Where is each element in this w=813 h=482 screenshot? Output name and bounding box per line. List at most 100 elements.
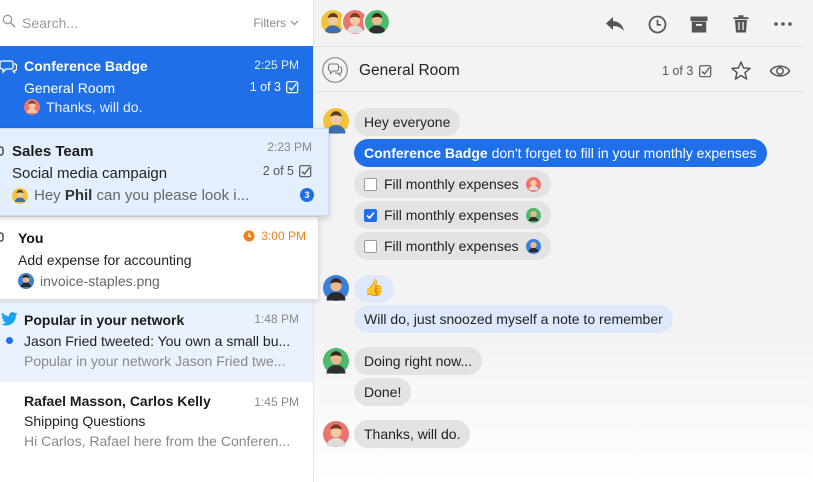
conversation-item[interactable]: Popular in your network 1:48 PM Jason Fr… bbox=[0, 300, 313, 382]
unread-dot bbox=[6, 337, 13, 344]
message-bubble: Done! bbox=[354, 378, 412, 406]
conversation-item[interactable]: Conference Badge 2:25 PM General Room 1 … bbox=[0, 46, 313, 128]
room-header: General Room 1 of 3 bbox=[314, 48, 804, 92]
conversation-subtitle: Add expense for accounting bbox=[18, 252, 192, 268]
archive-icon bbox=[690, 16, 708, 32]
more-button[interactable] bbox=[772, 13, 794, 35]
conversation-title: You bbox=[18, 230, 44, 246]
trash-icon bbox=[733, 15, 749, 33]
conversation-title: Popular in your network bbox=[24, 312, 185, 328]
avatar bbox=[323, 348, 349, 374]
message-text: don't forget to fill in your monthly exp… bbox=[487, 145, 757, 161]
search-icon bbox=[2, 14, 16, 28]
conversation-time: 1:48 PM bbox=[254, 312, 299, 326]
conversation-time: 2:25 PM bbox=[254, 58, 299, 72]
eye-icon[interactable] bbox=[769, 61, 791, 81]
conversation-subtitle: General Room bbox=[24, 80, 116, 96]
avatar bbox=[18, 273, 34, 289]
task-item[interactable]: Fill monthly expenses bbox=[354, 232, 551, 260]
message-bubble: Thanks, will do. bbox=[354, 420, 471, 448]
conversation-preview: Popular in your network Jason Fried twe.… bbox=[24, 353, 286, 369]
mention: Conference Badge bbox=[364, 145, 488, 161]
clock-icon bbox=[648, 15, 666, 33]
conversation-subtitle: Social media campaign bbox=[12, 165, 168, 182]
preview-text: Thanks, will do. bbox=[46, 99, 143, 115]
conversation-detail: General Room 1 of 3 Hey everyone Confere… bbox=[313, 0, 813, 482]
attachment-name: invoice-staples.png bbox=[40, 273, 160, 289]
chevron-down-icon bbox=[290, 20, 299, 26]
chat-bubbles-icon bbox=[0, 232, 4, 242]
search-bar: Filters bbox=[0, 0, 313, 46]
conversation-preview: Thanks, will do. bbox=[24, 99, 294, 115]
task-label: Fill monthly expenses bbox=[384, 176, 519, 192]
count-text: 1 of 3 bbox=[249, 80, 281, 94]
avatar bbox=[363, 8, 391, 36]
conversation-title: Rafael Masson, Carlos Kelly bbox=[24, 393, 211, 409]
reply-button[interactable] bbox=[604, 13, 626, 35]
avatar bbox=[525, 238, 541, 254]
pager-text: 1 of 3 bbox=[662, 64, 694, 78]
snooze-time: 3:00 PM bbox=[243, 229, 306, 243]
task-checkbox-checked[interactable] bbox=[364, 208, 377, 222]
conversation-title: Sales Team bbox=[12, 143, 94, 160]
task-label: Fill monthly expenses bbox=[384, 238, 519, 254]
unread-badge: 3 bbox=[300, 188, 314, 202]
message-bubble: Conference Badge don't forget to fill in… bbox=[354, 139, 767, 167]
chat-bubbles-icon bbox=[0, 146, 4, 156]
conversation-item[interactable]: Sales Team 2:23 PM Social media campaign… bbox=[0, 128, 329, 216]
avatar bbox=[12, 187, 28, 204]
conversation-item[interactable]: You 3:00 PM Add expense for accounting i… bbox=[0, 216, 319, 300]
conversation-subtitle: Jason Fried tweeted: You own a small bu.… bbox=[24, 333, 291, 349]
preview-mention: Phil bbox=[64, 187, 93, 204]
conversation-preview: invoice-staples.png bbox=[18, 273, 288, 289]
chat-bubbles-icon bbox=[0, 60, 17, 74]
conversation-subtitle: Shipping Questions bbox=[24, 413, 146, 429]
preview-text: Hey Phil can you please look i... bbox=[34, 187, 249, 204]
member-avatars[interactable] bbox=[319, 8, 391, 36]
message-bubble: Hey everyone bbox=[354, 108, 461, 136]
check-square-icon bbox=[699, 64, 712, 77]
conversation-preview: Hi Carlos, Rafael here from the Conferen… bbox=[24, 433, 291, 449]
detail-toolbar bbox=[314, 0, 804, 47]
message-bubble: Doing right now... bbox=[354, 347, 483, 375]
snooze-button[interactable] bbox=[646, 13, 668, 35]
message-pager[interactable]: 1 of 3 bbox=[662, 64, 712, 78]
check-square-icon bbox=[286, 80, 299, 93]
check-square-icon bbox=[299, 164, 312, 177]
conversation-count: 2 of 5 bbox=[263, 164, 312, 178]
clock-icon bbox=[243, 230, 255, 242]
task-label: Fill monthly expenses bbox=[384, 207, 519, 223]
filters-button[interactable]: Filters bbox=[253, 16, 299, 30]
task-item[interactable]: Fill monthly expenses bbox=[354, 170, 551, 198]
avatar bbox=[323, 421, 349, 447]
task-checkbox[interactable] bbox=[364, 239, 377, 253]
toolbar-actions bbox=[604, 13, 794, 35]
avatar bbox=[525, 176, 541, 192]
conversation-preview: Hey Phil can you please look i... bbox=[12, 187, 272, 204]
conversation-count: 1 of 3 bbox=[250, 80, 299, 94]
star-icon[interactable] bbox=[730, 60, 752, 82]
conversation-list: Filters Conference Badge 2:25 PM General… bbox=[0, 0, 329, 482]
task-item[interactable]: Fill monthly expenses bbox=[354, 201, 551, 229]
reply-icon bbox=[606, 17, 624, 31]
reaction-bubble: 👍 bbox=[354, 275, 394, 303]
avatar bbox=[323, 275, 349, 301]
twitter-icon bbox=[1, 312, 18, 326]
preview-rest: can you please look i... bbox=[92, 187, 250, 204]
avatar bbox=[525, 207, 541, 223]
conversation-time: 3:00 PM bbox=[261, 229, 306, 243]
search-input[interactable] bbox=[22, 12, 222, 34]
more-horizontal-icon bbox=[774, 22, 792, 26]
conversation-time: 1:45 PM bbox=[254, 395, 299, 409]
preview-prefix: Hey bbox=[34, 187, 65, 204]
count-text: 2 of 5 bbox=[262, 164, 294, 178]
room-name: General Room bbox=[359, 62, 460, 79]
conversation-title: Conference Badge bbox=[24, 58, 148, 74]
check-icon bbox=[366, 211, 375, 219]
conversation-time: 2:23 PM bbox=[267, 140, 312, 154]
message-bubble: Will do, just snoozed myself a note to r… bbox=[354, 305, 673, 333]
delete-button[interactable] bbox=[730, 13, 752, 35]
conversation-item[interactable]: Rafael Masson, Carlos Kelly 1:45 PM Ship… bbox=[0, 382, 313, 464]
task-checkbox[interactable] bbox=[364, 177, 377, 191]
archive-button[interactable] bbox=[688, 13, 710, 35]
